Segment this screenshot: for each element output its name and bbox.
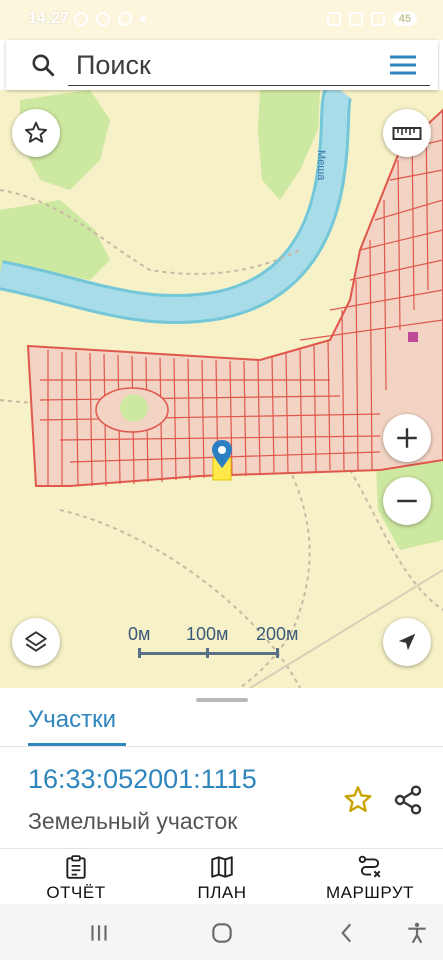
plan-button[interactable]: ПЛАН [186, 854, 258, 902]
plan-button-label: ПЛАН [197, 883, 247, 902]
plus-icon [397, 428, 417, 448]
share-icon[interactable] [392, 784, 424, 816]
ruler-icon [392, 127, 422, 140]
forest-area [258, 90, 320, 200]
parcel-info-sheet: Участки 16:33:052001:1115 Земельный учас… [0, 688, 443, 904]
sheet-drag-handle[interactable] [196, 698, 248, 702]
scale-label: 0м [128, 624, 151, 644]
layers-icon [25, 631, 47, 652]
back-icon[interactable] [334, 920, 360, 946]
river-label: Меша [315, 150, 327, 181]
home-icon[interactable] [209, 920, 235, 946]
ruler-button[interactable] [383, 109, 431, 157]
accessibility-icon[interactable] [404, 920, 430, 946]
zoom-in-button[interactable] [383, 414, 431, 462]
star-outline-icon [25, 121, 47, 143]
cadastral-number[interactable]: 16:33:052001:1115 [28, 764, 257, 795]
notification-icons [74, 12, 146, 26]
route-button-label: МАРШРУТ [325, 883, 415, 902]
divider [0, 746, 443, 747]
map-icon [211, 856, 233, 878]
navigation-arrow-icon [398, 633, 416, 651]
signal-icon [370, 12, 385, 26]
route-button[interactable]: МАРШРУТ [318, 854, 422, 902]
hamburger-menu-icon[interactable] [388, 52, 418, 78]
status-bar: 14:27 45 [0, 0, 443, 40]
tab-indicator [28, 743, 126, 746]
scale-label: 100м [186, 624, 229, 644]
notification-icon [118, 12, 132, 26]
status-time: 14:27 [28, 10, 69, 27]
system-nav-bar [0, 904, 443, 960]
battery-indicator: 45 [392, 12, 417, 26]
layers-button[interactable] [12, 618, 60, 666]
notification-icon [96, 12, 110, 26]
favorite-star-icon[interactable] [342, 784, 374, 816]
notification-icon [74, 12, 88, 26]
minus-icon [397, 499, 417, 503]
more-notifications-dot [140, 16, 146, 22]
tab-parcels[interactable]: Участки [28, 706, 116, 734]
clipboard-icon [66, 855, 86, 879]
map-canvas[interactable]: Меша [0, 90, 443, 688]
route-icon [358, 855, 381, 878]
my-location-button[interactable] [383, 618, 431, 666]
search-input[interactable]: Поиск [68, 44, 430, 86]
system-icons: 45 [326, 12, 417, 26]
map-view[interactable]: Меша 0м 100м 200м [0, 90, 443, 688]
zoom-out-button[interactable] [383, 477, 431, 525]
search-bar: Поиск [6, 40, 438, 90]
scale-label: 200м [256, 624, 299, 644]
report-button-label: ОТЧЁТ [46, 883, 106, 902]
favorites-button[interactable] [12, 109, 60, 157]
report-button[interactable]: ОТЧЁТ [36, 854, 116, 902]
location-icon [326, 12, 341, 26]
wifi-icon [348, 12, 363, 26]
recent-apps-icon[interactable] [86, 920, 112, 946]
poi-marker [408, 332, 418, 342]
map-scale: 0м 100м 200м [128, 624, 298, 664]
search-icon[interactable] [30, 52, 56, 78]
property-type: Земельный участок [28, 808, 238, 834]
divider [0, 848, 443, 849]
